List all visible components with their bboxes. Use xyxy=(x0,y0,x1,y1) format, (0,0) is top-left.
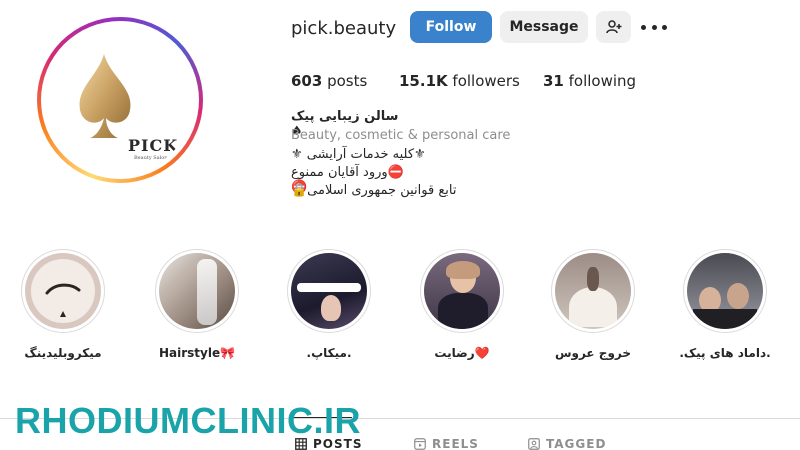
highlight-cover xyxy=(424,253,500,329)
highlight-cover xyxy=(159,253,235,329)
highlight-cover xyxy=(25,253,101,329)
highlight-label: خروج عروس xyxy=(554,346,632,360)
reels-icon xyxy=(414,438,426,450)
site-watermark: RHODIUMCLINIC.IR xyxy=(15,400,361,441)
tab-tagged[interactable]: TAGGED xyxy=(528,437,606,450)
logo-subtext: Beauty Salon xyxy=(134,155,168,161)
highlight-satisfaction[interactable]: رضایت❤️ xyxy=(412,249,512,360)
highlight-label: .میکاپ. xyxy=(306,346,352,360)
brow-icon xyxy=(31,259,95,323)
following-link[interactable]: 31 following xyxy=(543,72,636,90)
tab-reels[interactable]: REELS xyxy=(414,437,479,450)
highlight-makeup[interactable]: .میکاپ. xyxy=(279,249,379,360)
message-button[interactable]: Message xyxy=(500,11,588,43)
highlight-label: Hairstyle🎀 xyxy=(158,346,236,360)
highlight-label: .داماد های پیک. xyxy=(679,346,771,360)
add-user-icon xyxy=(605,20,621,34)
logo-text: PICK xyxy=(128,136,179,155)
suggest-user-button[interactable] xyxy=(596,11,631,43)
bio-line: ⚜کلیه خدمات آرایشی ⚜ xyxy=(291,147,426,162)
highlight-cover xyxy=(555,253,631,329)
posts-count: 603 posts xyxy=(291,72,368,90)
bio-line: تابع قوانین جمهوری اسلامی🔒 xyxy=(291,183,457,198)
highlight-grooms[interactable]: .داماد های پیک. xyxy=(675,249,775,360)
follow-button[interactable]: Follow xyxy=(410,11,492,43)
highlight-label: رضایت❤️ xyxy=(434,346,490,360)
profile-avatar[interactable]: PICK Beauty Salon xyxy=(37,17,203,183)
highlight-cover xyxy=(687,253,763,329)
tagged-person-icon xyxy=(528,438,540,450)
followers-link[interactable]: 15.1K followers xyxy=(399,72,520,90)
highlight-bride-exit[interactable]: خروج عروس xyxy=(543,249,643,360)
profile-username: pick.beauty xyxy=(291,18,397,39)
avatar-logo: PICK Beauty Salon xyxy=(46,26,194,174)
more-options-icon[interactable] xyxy=(641,18,667,36)
highlight-cover xyxy=(291,253,367,329)
highlight-microblading[interactable]: میکروبلیدینگ xyxy=(13,249,113,360)
bio-category: Beauty, cosmetic & personal care xyxy=(291,128,511,143)
highlight-label: میکروبلیدینگ xyxy=(24,346,102,360)
highlight-hairstyle[interactable]: Hairstyle🎀 xyxy=(147,249,247,360)
